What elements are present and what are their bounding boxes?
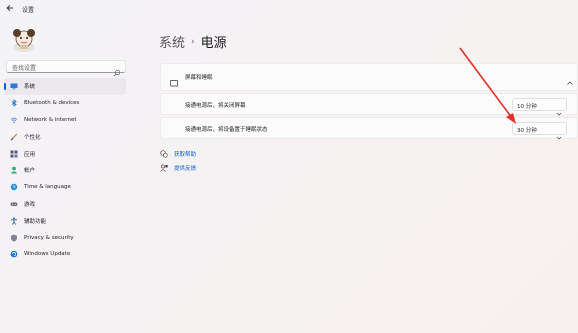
sidebar-item-label: Windows Update	[24, 251, 71, 258]
help-icon	[160, 150, 168, 158]
gamepad-icon	[10, 200, 18, 208]
sidebar-item-label: Bluetooth & devices	[24, 100, 80, 107]
setting-label: 接通电源后，将关闭屏幕	[185, 103, 246, 109]
sidebar-item-label: 辅助功能	[24, 218, 47, 225]
avatar[interactable]	[10, 26, 38, 52]
sidebar-item-windows-update[interactable]: Windows Update	[4, 246, 126, 263]
sidebar-item-label: 帐户	[24, 168, 36, 175]
feedback-icon	[160, 164, 168, 172]
give-feedback-link[interactable]: 提供反馈	[160, 161, 196, 175]
section-title: 屏幕和睡眠	[185, 75, 213, 81]
search-placeholder: 查找设置	[12, 65, 37, 72]
accessibility-icon	[10, 217, 18, 225]
monitor-icon	[10, 82, 18, 90]
get-help-link[interactable]: 获取帮助	[160, 147, 196, 161]
sidebar-item-label: 系统	[24, 84, 36, 91]
screen-off-timeout-select[interactable]: 10 分钟	[512, 98, 567, 116]
bluetooth-icon	[10, 99, 18, 107]
select-value: 10 分钟	[517, 104, 537, 110]
give-feedback-label: 提供反馈	[174, 166, 197, 172]
chevron-down-icon	[556, 126, 562, 140]
settings-window: 设置 查找设置 系统 Bluetooth & devices Network &…	[0, 0, 578, 333]
search-icon[interactable]	[113, 62, 121, 77]
sidebar-item-label: 应用	[24, 151, 36, 158]
sidebar-item-accounts[interactable]: 帐户	[4, 162, 126, 179]
get-help-label: 获取帮助	[174, 152, 197, 158]
setting-label: 接通电源后，将设备置于睡眠状态	[185, 127, 268, 133]
sidebar-item-label: Time & language	[24, 184, 71, 191]
sidebar-item-apps[interactable]: 应用	[4, 145, 126, 162]
chevron-up-icon[interactable]	[566, 72, 574, 85]
help-links: 获取帮助 提供反馈	[160, 147, 196, 175]
page-title: 电源	[200, 36, 227, 51]
sidebar-item-label: Network & internet	[24, 116, 77, 123]
apps-icon	[10, 150, 18, 158]
sidebar-item-personalization[interactable]: 个性化	[4, 128, 126, 145]
sidebar-item-system[interactable]: 系统	[4, 78, 126, 95]
setting-row-screen-off: 接通电源后，将关闭屏幕 10 分钟	[160, 93, 578, 116]
screen-sleep-icon	[170, 73, 179, 88]
setting-row-sleep: 接通电源后，将设备置于睡眠状态 30 分钟	[160, 117, 578, 140]
sidebar-nav: 系统 Bluetooth & devices Network & interne…	[4, 78, 126, 263]
sidebar-item-accessibility[interactable]: 辅助功能	[4, 212, 126, 229]
select-value: 30 分钟	[517, 128, 537, 134]
shield-icon	[10, 234, 18, 242]
back-arrow-icon[interactable]	[6, 4, 14, 14]
chevron-down-icon	[556, 102, 562, 116]
sidebar-item-label: 个性化	[24, 134, 41, 141]
breadcrumb-parent[interactable]: 系统	[159, 32, 185, 51]
brush-icon	[10, 133, 18, 141]
sidebar-item-gaming[interactable]: 游戏	[4, 196, 126, 213]
sidebar-item-privacy[interactable]: Privacy & security	[4, 229, 126, 246]
person-icon	[10, 166, 18, 174]
screen-sleep-section: 屏幕和睡眠 接通电源后，将关闭屏幕 10 分钟 接通电源后，将设备置于睡眠状态 …	[160, 63, 578, 140]
clock-globe-icon	[10, 183, 18, 191]
title-bar: 设置	[0, 0, 578, 20]
window-title: 设置	[22, 7, 35, 14]
screen-sleep-header[interactable]: 屏幕和睡眠	[160, 63, 578, 91]
sleep-timeout-select[interactable]: 30 分钟	[512, 122, 567, 140]
search-input[interactable]: 查找设置	[6, 60, 126, 77]
breadcrumb: 系统 › 电源	[159, 32, 227, 51]
wifi-icon	[10, 116, 18, 124]
sidebar-item-label: Privacy & security	[24, 234, 74, 241]
sidebar-item-label: 游戏	[24, 201, 36, 208]
update-icon	[10, 250, 18, 258]
sidebar-item-network[interactable]: Network & internet	[4, 112, 126, 129]
breadcrumb-separator: ›	[191, 36, 195, 47]
sidebar-item-time-language[interactable]: Time & language	[4, 179, 126, 196]
sidebar-item-bluetooth[interactable]: Bluetooth & devices	[4, 95, 126, 112]
